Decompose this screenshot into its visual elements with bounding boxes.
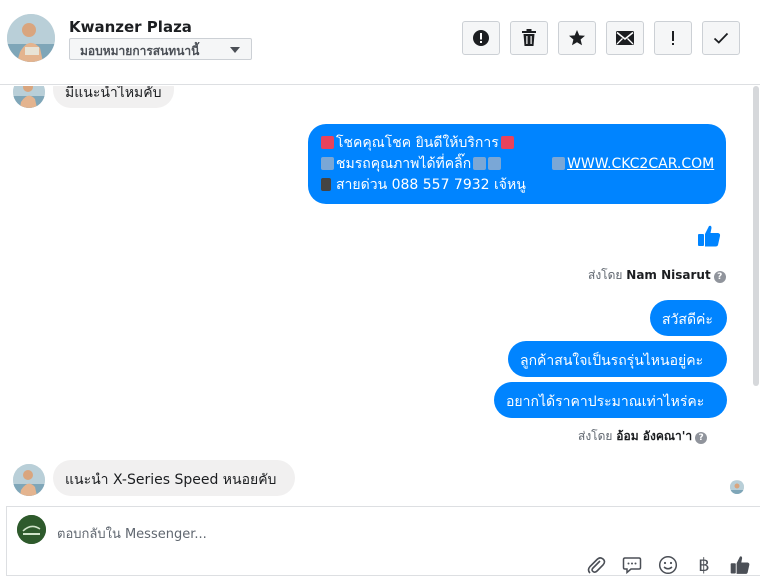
sent-by-label: ส่งโดย อ้อม อังคณา'า? [578, 427, 708, 446]
message-text: ชมรถคุณภาพได้ที่คลิ๊ก [336, 156, 472, 172]
outgoing-message-promo[interactable]: โชคคุณโชค ยินดีให้บริการ ชมรถคุณภาพได้ที… [308, 124, 726, 204]
star-icon [569, 30, 585, 46]
message-text: แนะนำ X-Series Speed หนอยคับ [65, 472, 277, 488]
mark-unread-button[interactable] [606, 21, 644, 55]
outgoing-message[interactable]: อยากได้ราคาประมาณเท่าไหร่คะ [494, 382, 727, 418]
like-sticker[interactable] [696, 223, 722, 253]
exclamation-icon [672, 31, 674, 45]
mobile-phone-emoji-icon [321, 178, 331, 191]
payment-button[interactable]: ฿ [693, 554, 715, 576]
sparkle-emoji-icon [321, 136, 334, 149]
alert-circle-icon [473, 30, 489, 46]
message-text: อยากได้ราคาประมาณเท่าไหร่คะ [506, 394, 705, 410]
help-icon[interactable]: ? [713, 271, 726, 283]
seen-avatar [730, 480, 744, 494]
contact-name[interactable]: Kwanzer Plaza [69, 18, 192, 36]
trash-icon [522, 29, 536, 46]
reply-input[interactable]: ตอบกลับใน Messenger... [57, 523, 207, 544]
send-like-button[interactable] [729, 554, 751, 576]
contact-avatar[interactable] [7, 14, 55, 62]
follow-up-button[interactable] [654, 21, 692, 55]
sparkle-emoji-icon [500, 136, 514, 149]
outgoing-message[interactable]: ลูกค้าสนใจเป็นรถรุ่นไหนอยู่คะ [508, 341, 727, 377]
promo-line-2: ชมรถคุณภาพได้ที่คลิ๊ก WWW.CKC2CAR.COM [321, 154, 714, 175]
smiley-icon [658, 555, 678, 575]
thumbs-up-icon [698, 225, 721, 247]
down-arrow-emoji-icon [473, 157, 487, 170]
play-button-emoji-icon [552, 157, 566, 170]
message-text: มีแนะนำไหมคับ [65, 86, 162, 101]
sent-by-label: ส่งโดย Nam Nisarut? [588, 266, 726, 285]
envelope-icon [616, 31, 634, 45]
conversation-header: Kwanzer Plaza มอบหมายการสนทนานี้ [0, 0, 760, 85]
website-link[interactable]: WWW.CKC2CAR.COM [567, 156, 714, 172]
incoming-message[interactable]: แนะนำ X-Series Speed หนอยคับ [53, 460, 295, 496]
page-logo [17, 515, 46, 544]
assign-conversation-dropdown[interactable]: มอบหมายการสนทนานี้ [69, 38, 252, 60]
mark-spam-button[interactable] [462, 21, 500, 55]
delete-button[interactable] [510, 21, 548, 55]
baht-icon: ฿ [698, 554, 710, 576]
saved-replies-button[interactable] [621, 554, 643, 576]
incoming-message[interactable]: มีแนะนำไหมคับ [53, 86, 174, 108]
thumbs-up-icon [730, 556, 750, 574]
star-button[interactable] [558, 21, 596, 55]
sender-name: อ้อม อังคณา'า [616, 429, 693, 443]
checkmark-icon [713, 32, 729, 44]
message-text: สายด่วน 088 557 7932 เจ้หนู [336, 177, 526, 193]
promo-line-3: สายด่วน 088 557 7932 เจ้หนู [321, 175, 714, 196]
contact-avatar-small [13, 464, 45, 496]
outgoing-message[interactable]: สวัสดีค่ะ [650, 300, 727, 336]
down-arrow-emoji-icon [488, 157, 502, 170]
paperclip-icon [587, 557, 606, 574]
attachment-button[interactable] [585, 554, 607, 576]
message-text: สวัสดีค่ะ [662, 312, 713, 328]
help-icon[interactable]: ? [695, 432, 708, 444]
assign-label: มอบหมายการสนทนานี้ [80, 44, 200, 58]
thread-scrollbar[interactable] [753, 86, 759, 386]
sent-by-prefix: ส่งโดย [588, 268, 623, 282]
chevron-down-icon [230, 47, 240, 53]
promo-line-1: โชคคุณโชค ยินดีให้บริการ [321, 133, 714, 154]
sent-by-prefix: ส่งโดย [578, 429, 613, 443]
contact-avatar-small [13, 86, 45, 108]
emoji-button[interactable] [657, 554, 679, 576]
mark-done-button[interactable] [702, 21, 740, 55]
chat-bubble-icon [622, 557, 642, 575]
sender-name: Nam Nisarut [626, 268, 711, 282]
reply-composer: ตอบกลับใน Messenger... ฿ [6, 506, 760, 576]
message-thread[interactable]: มีแนะนำไหมคับ โชคคุณโชค ยินดีให้บริการ ช… [0, 86, 760, 496]
message-text: โชคคุณโชค ยินดีให้บริการ [336, 135, 499, 151]
play-button-emoji-icon [321, 157, 334, 170]
message-text: ลูกค้าสนใจเป็นรถรุ่นไหนอยู่คะ [520, 353, 704, 369]
